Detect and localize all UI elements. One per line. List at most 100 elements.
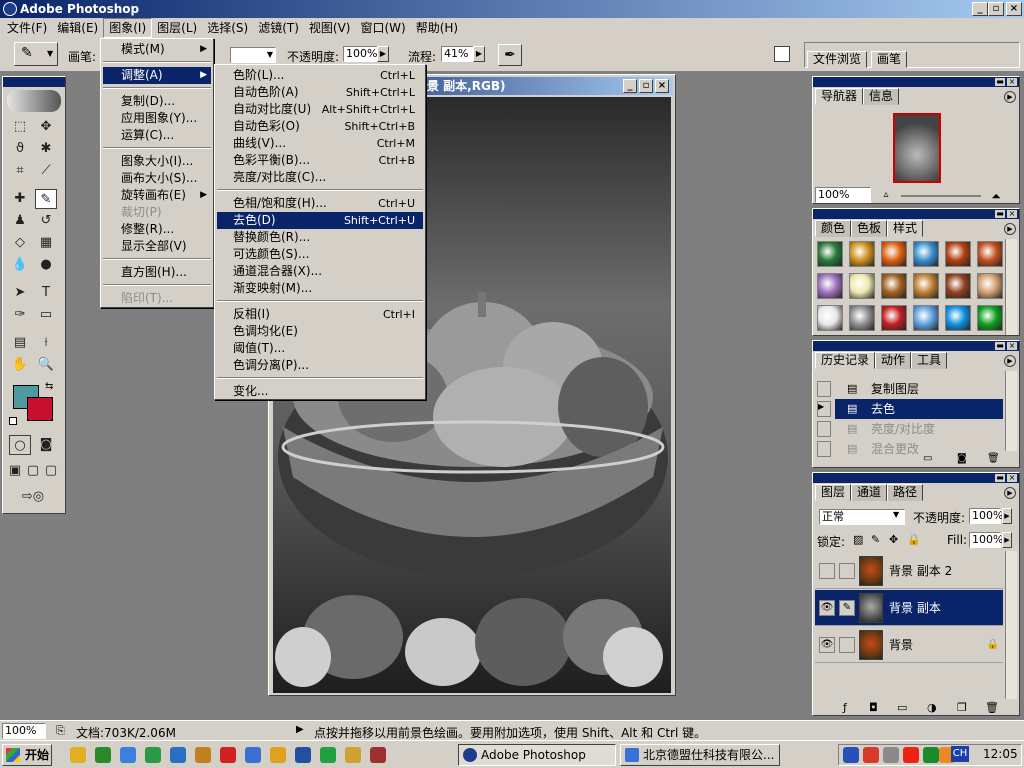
adjust-menu-item[interactable]: 自动色阶(A) Shift+Ctrl+L	[217, 84, 423, 101]
menu-select[interactable]: 选择(S)	[202, 19, 253, 37]
brush-size-select[interactable]: ▼	[230, 47, 276, 63]
adjust-menu-item[interactable]: 色调均化(E)	[217, 323, 423, 340]
ime-indicator[interactable]: CH	[951, 746, 969, 762]
zoom-tool-icon[interactable]: 🔍	[35, 355, 57, 375]
adjust-menu-item[interactable]: 亮度/对比度(C)...	[217, 169, 423, 186]
adjust-menu-item[interactable]: 阈值(T)...	[217, 340, 423, 357]
status-menu-arrow-icon[interactable]: ▶	[296, 724, 304, 735]
tab-history[interactable]: 历史记录	[815, 352, 876, 369]
palette-well-icon[interactable]	[774, 46, 790, 62]
adjust-menu-item[interactable]: 通道混合器(X)...	[217, 263, 423, 280]
layer-link-box[interactable]	[839, 637, 855, 653]
adjustment-layer-icon[interactable]: ◑	[927, 701, 937, 714]
style-swatch[interactable]	[849, 241, 875, 267]
palette-close-button[interactable]: ×	[1007, 78, 1017, 86]
tray-icon-2[interactable]	[863, 747, 879, 763]
brush-tool-icon[interactable]: ✎	[35, 189, 57, 209]
clone-stamp-icon[interactable]: ♟	[9, 211, 31, 231]
swap-colors-icon[interactable]: ⇆	[45, 381, 53, 392]
style-swatch[interactable]	[849, 273, 875, 299]
hand-tool-icon[interactable]: ✋	[9, 355, 31, 375]
layer-row[interactable]: 背景 副本 2	[815, 553, 1003, 589]
doc-close-button[interactable]: ×	[655, 79, 669, 93]
menu-file[interactable]: 文件(F)	[2, 19, 52, 37]
image-menu-item[interactable]: 调整(A)	[103, 67, 211, 84]
path-selection-icon[interactable]: ➤	[9, 283, 31, 303]
notes-tool-icon[interactable]: ▤	[9, 333, 31, 353]
history-state[interactable]: ▤ 复制图层	[835, 379, 1003, 399]
menu-layer[interactable]: 图层(L)	[152, 19, 202, 37]
quick-launch-tool-icon[interactable]	[195, 747, 211, 763]
screen-mode-full-icon[interactable]: ▢	[43, 461, 59, 481]
image-menu-item[interactable]: 旋转画布(E)	[103, 187, 211, 204]
tab-layers[interactable]: 图层	[815, 484, 852, 501]
adjust-menu-item[interactable]: 曲线(V)... Ctrl+M	[217, 135, 423, 152]
visibility-eye-icon[interactable]	[819, 563, 835, 579]
crop-tool-icon[interactable]: ⌗	[9, 161, 31, 181]
magic-wand-icon[interactable]: ✱	[35, 139, 57, 159]
layer-mask-icon[interactable]: ◘	[869, 701, 878, 714]
tray-icon-4[interactable]	[903, 747, 919, 763]
adjust-menu-item[interactable]: 色调分离(P)...	[217, 357, 423, 374]
layer-link-box[interactable]	[839, 563, 855, 579]
style-swatch[interactable]	[945, 241, 971, 267]
tab-navigator[interactable]: 导航器	[815, 88, 864, 105]
adjust-menu-item[interactable]: 变化...	[217, 383, 423, 400]
quick-launch-word-icon[interactable]	[295, 747, 311, 763]
quick-launch-network-icon[interactable]	[145, 747, 161, 763]
style-swatch[interactable]	[913, 273, 939, 299]
style-swatch[interactable]	[977, 305, 1003, 331]
style-swatch[interactable]	[977, 241, 1003, 267]
quick-launch-image-icon[interactable]	[370, 747, 386, 763]
visibility-eye-icon[interactable]: 👁	[819, 637, 835, 653]
layer-set-icon[interactable]: ▭	[897, 701, 907, 714]
style-swatch[interactable]	[881, 305, 907, 331]
trash-icon[interactable]: 🗑	[987, 453, 1001, 465]
style-swatch[interactable]	[881, 241, 907, 267]
style-swatch[interactable]	[945, 305, 971, 331]
quick-launch-calendar-icon[interactable]	[220, 747, 236, 763]
history-brush-source-box[interactable]: ▶	[817, 401, 831, 417]
tab-tools[interactable]: 工具	[911, 352, 948, 369]
layer-opacity-input[interactable]: 100%	[969, 508, 1003, 524]
slice-tool-icon[interactable]: ⟋	[35, 161, 57, 181]
menu-window[interactable]: 窗口(W)	[355, 19, 410, 37]
history-brush-source-box[interactable]	[817, 421, 831, 437]
layer-row[interactable]: 👁 背景 🔒	[815, 627, 1003, 663]
menu-view[interactable]: 视图(V)	[304, 19, 356, 37]
minimize-button[interactable]: _	[972, 2, 988, 16]
eyedropper-icon[interactable]: ⟊	[35, 333, 57, 353]
palette-minimize-button[interactable]: ▬	[995, 210, 1005, 218]
tab-paths[interactable]: 路径	[887, 484, 924, 501]
adjust-menu-item[interactable]: 替换颜色(R)...	[217, 229, 423, 246]
visibility-eye-icon[interactable]: 👁	[819, 600, 835, 616]
screen-mode-full-menu-icon[interactable]: ▢	[25, 461, 41, 481]
history-brush-source-box[interactable]	[817, 441, 831, 457]
navigator-thumbnail[interactable]	[893, 113, 941, 183]
adjust-menu-item[interactable]: 反相(I) Ctrl+I	[217, 306, 423, 323]
tab-actions[interactable]: 动作	[875, 352, 912, 369]
eraser-tool-icon[interactable]: ◇	[9, 233, 31, 253]
image-menu-item[interactable]: 直方图(H)...	[103, 264, 211, 281]
tray-icon-3[interactable]	[883, 747, 899, 763]
image-menu-item[interactable]: 模式(M)	[103, 41, 211, 58]
status-zoom-input[interactable]: 100%	[2, 723, 46, 739]
history-state[interactable]: ▤ 亮度/对比度	[835, 419, 1003, 439]
style-swatch[interactable]	[977, 273, 1003, 299]
quick-launch-frog-icon[interactable]	[320, 747, 336, 763]
tab-color[interactable]: 颜色	[815, 220, 852, 237]
lock-transparency-icon[interactable]: ▨	[853, 533, 863, 546]
zoom-slider[interactable]	[901, 195, 981, 197]
jump-to-imageready-icon[interactable]: ⇨◎	[9, 487, 57, 507]
opacity-slider-button[interactable]: ▶	[377, 46, 389, 62]
style-swatch[interactable]	[849, 305, 875, 331]
image-menu-item[interactable]: 图象大小(I)...	[103, 153, 211, 170]
style-swatch[interactable]	[913, 241, 939, 267]
tab-styles[interactable]: 样式	[887, 220, 924, 237]
tab-swatches[interactable]: 色板	[851, 220, 888, 237]
quick-launch-ie-icon[interactable]	[245, 747, 261, 763]
task-photoshop[interactable]: Adobe Photoshop	[458, 744, 616, 766]
background-color-swatch[interactable]	[27, 397, 53, 421]
new-layer-icon[interactable]: ❐	[957, 701, 967, 714]
palette-close-button[interactable]: ×	[1007, 474, 1017, 482]
